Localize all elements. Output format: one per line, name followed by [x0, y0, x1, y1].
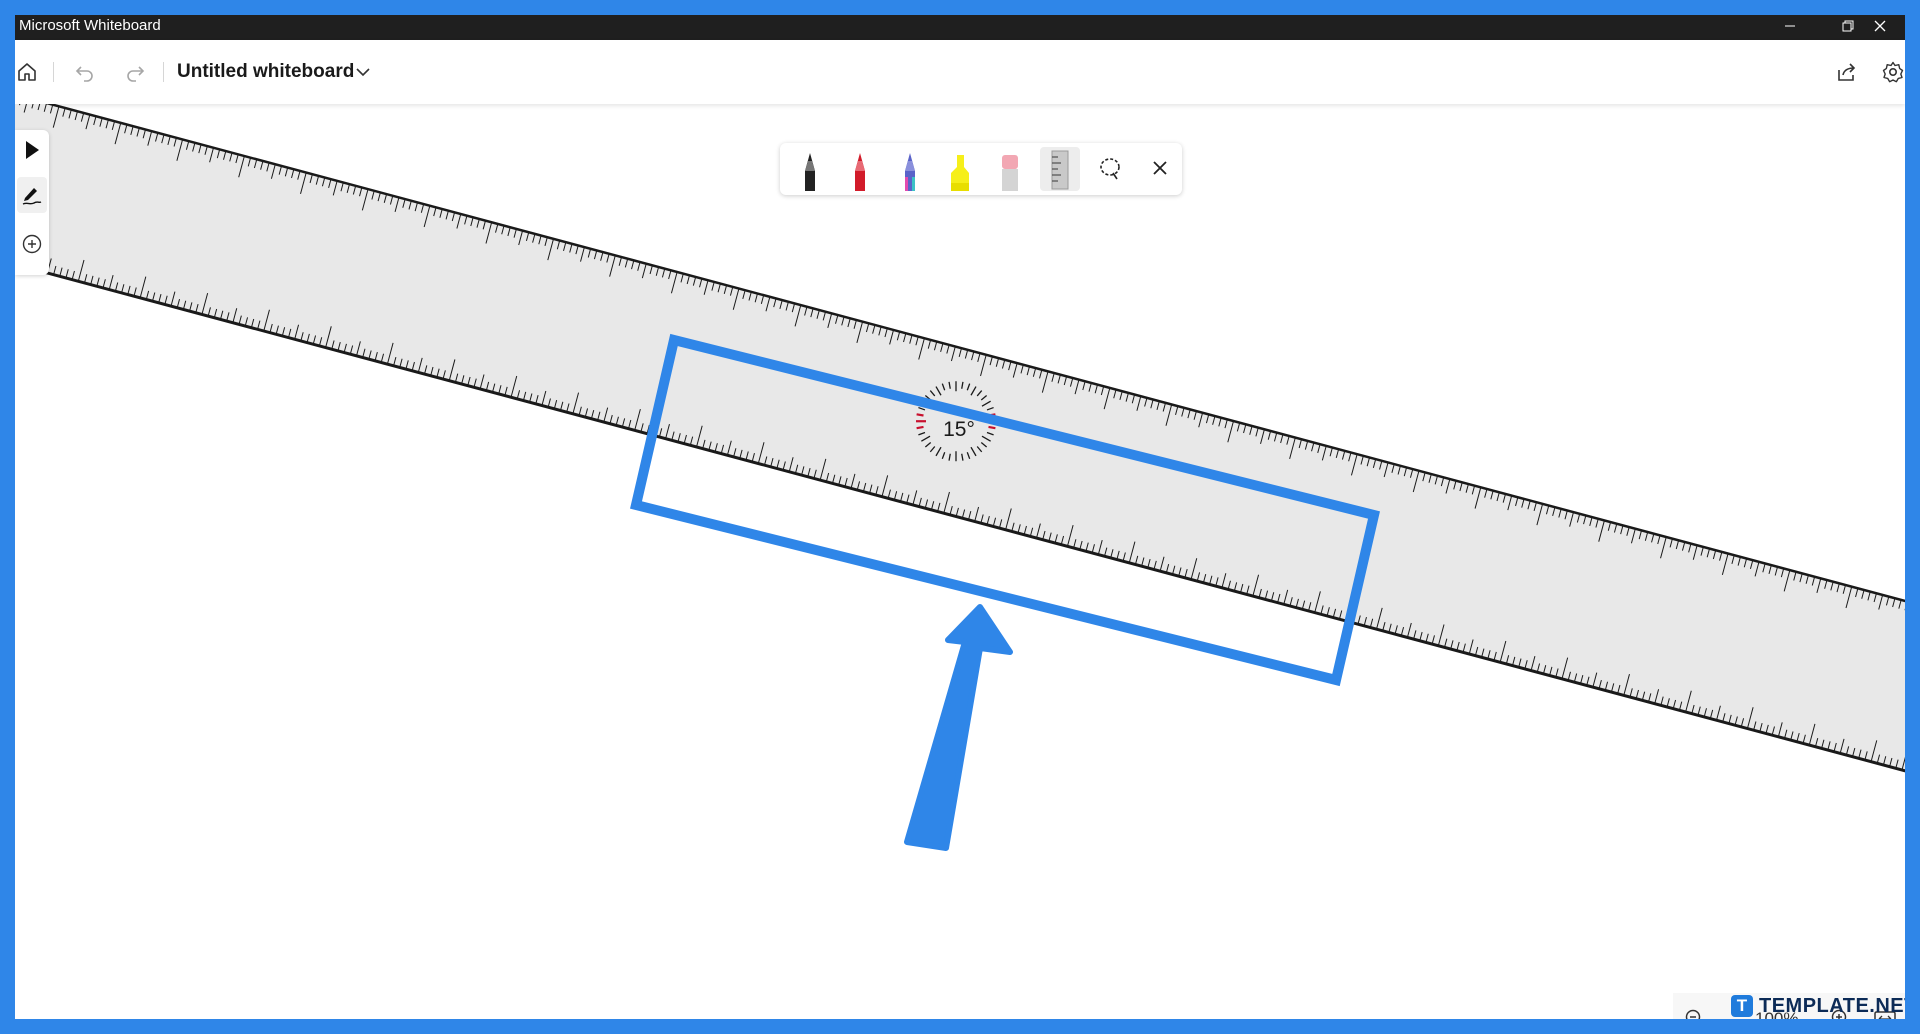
- galaxy-pen-button[interactable]: [890, 147, 930, 191]
- black-pen-icon: [805, 153, 815, 191]
- chevron-down-icon[interactable]: [353, 62, 373, 82]
- ruler[interactable]: [15, 15, 1905, 954]
- toolbar-divider: [163, 62, 164, 82]
- add-icon: [22, 234, 42, 254]
- top-toolbar: Untitled whiteboard: [15, 40, 1905, 104]
- close-icon: [1153, 161, 1167, 175]
- highlighter-button[interactable]: [940, 147, 980, 191]
- black-pen-button[interactable]: [790, 147, 830, 191]
- select-tool-button[interactable]: [17, 132, 47, 168]
- ruler-icon: [1051, 150, 1069, 190]
- template-net-watermark: T TEMPLATE.NET: [1731, 993, 1905, 1019]
- red-pen-icon: [855, 153, 865, 191]
- lasso-icon: [1100, 158, 1120, 180]
- whiteboard-canvas[interactable]: 15°: [15, 15, 1905, 1019]
- watermark-text: TEMPLATE.NET: [1759, 995, 1905, 1017]
- ink-toolbar: [780, 143, 1182, 195]
- redo-icon[interactable]: [123, 60, 147, 84]
- select-arrow-icon: [26, 141, 39, 159]
- highlighter-icon: [951, 155, 969, 191]
- eraser-button[interactable]: [990, 147, 1030, 191]
- ruler-angle-label: 15°: [943, 418, 975, 441]
- galaxy-pen-icon: [905, 153, 915, 191]
- pen-inking-icon: [22, 188, 42, 205]
- inking-tool-button[interactable]: [17, 177, 47, 213]
- lasso-select-button[interactable]: [1090, 147, 1130, 191]
- add-button[interactable]: [17, 226, 47, 262]
- toolbar-divider: [53, 62, 54, 82]
- whiteboard-title[interactable]: Untitled whiteboard: [177, 58, 354, 86]
- restore-icon: [1842, 20, 1854, 32]
- eraser-icon: [1002, 155, 1018, 191]
- watermark-logo: T: [1731, 995, 1753, 1017]
- left-tool-rail: [15, 130, 49, 275]
- ruler-layer: 15°: [15, 15, 1905, 955]
- close-icon: [1874, 20, 1886, 32]
- share-icon[interactable]: [1835, 60, 1859, 84]
- app-window: Microsoft Whiteboard Untitled whiteboard: [15, 15, 1905, 1019]
- zoom-out-icon[interactable]: [1683, 1007, 1707, 1019]
- minimize-button[interactable]: [1767, 15, 1813, 40]
- undo-icon[interactable]: [73, 60, 97, 84]
- close-ink-toolbar-button[interactable]: [1140, 147, 1180, 191]
- ruler-button[interactable]: [1040, 147, 1080, 191]
- app-title: Microsoft Whiteboard: [19, 17, 161, 34]
- title-bar: Microsoft Whiteboard: [15, 15, 1905, 40]
- close-window-button[interactable]: [1857, 15, 1903, 40]
- home-icon[interactable]: [15, 60, 39, 84]
- red-pen-button[interactable]: [840, 147, 880, 191]
- minimize-icon: [1785, 25, 1795, 27]
- gear-icon[interactable]: [1881, 60, 1905, 84]
